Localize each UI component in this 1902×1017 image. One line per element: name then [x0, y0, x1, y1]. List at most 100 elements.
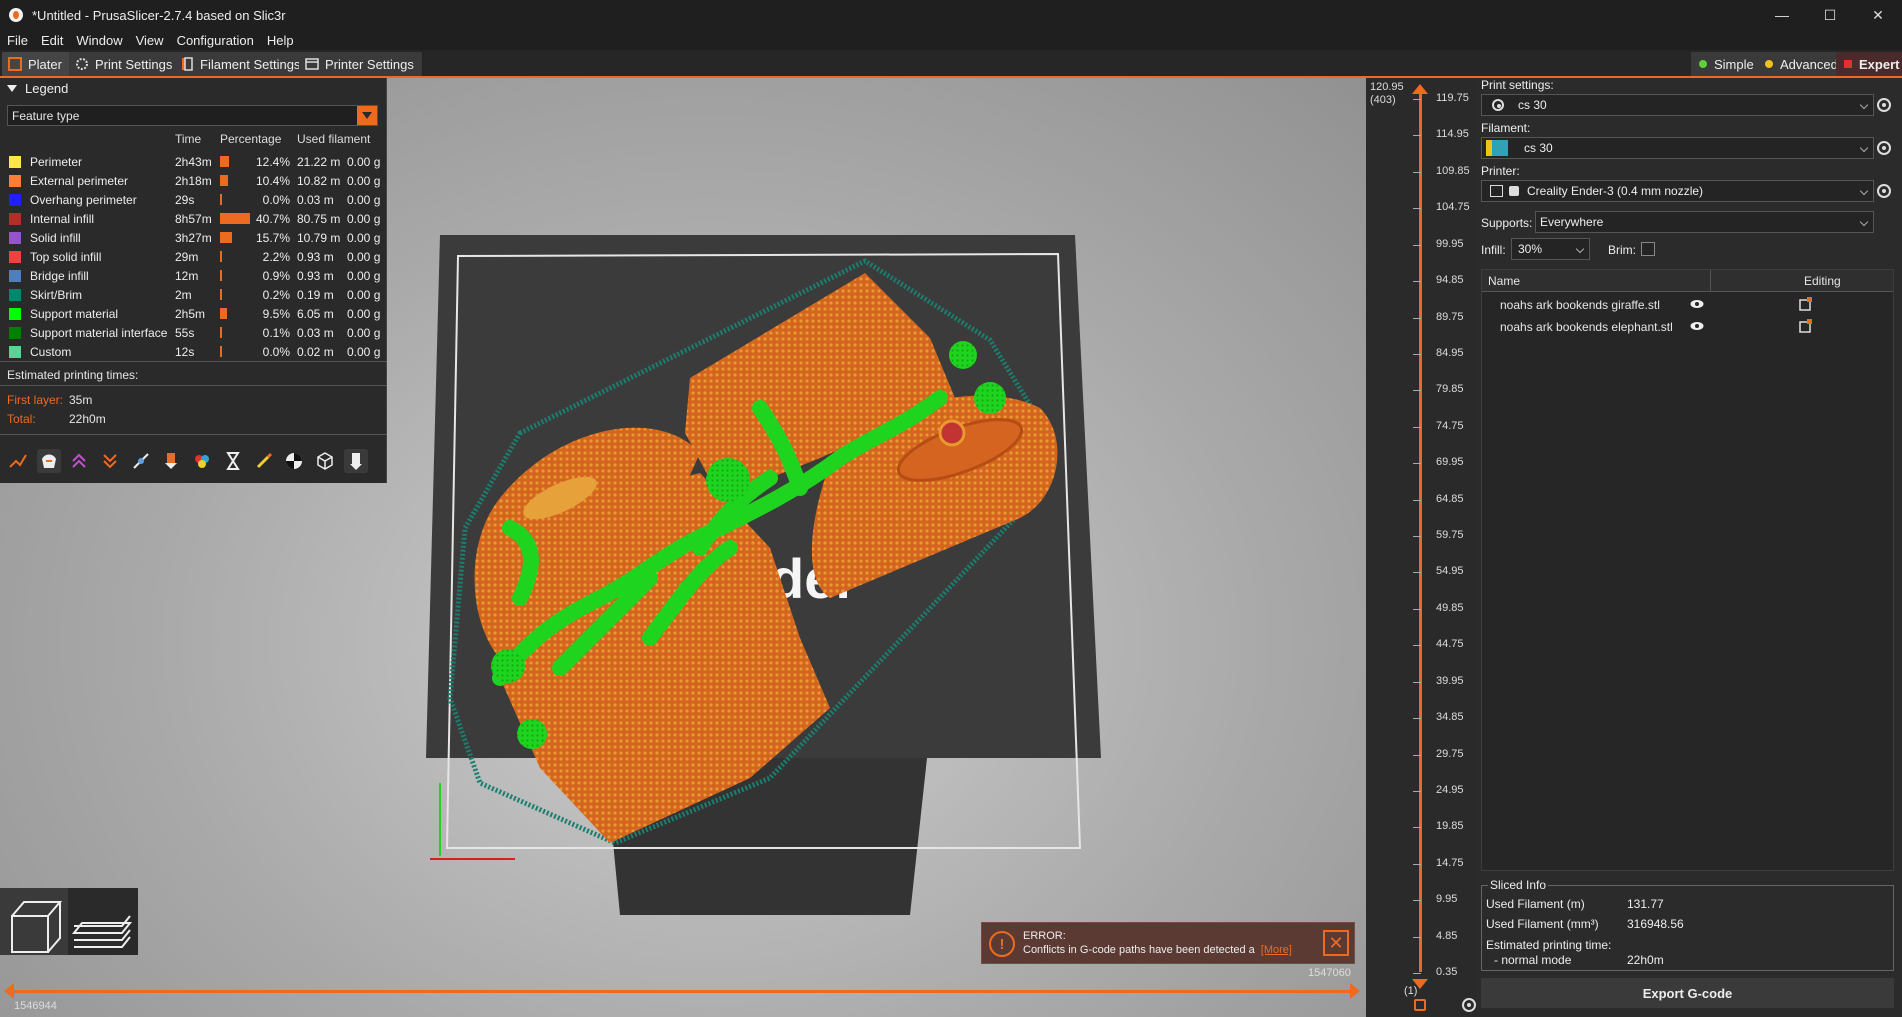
used-filament-m-label: Used Filament (m) — [1486, 897, 1585, 911]
tool-changes-icon[interactable] — [159, 449, 183, 473]
close-notification-icon[interactable]: ✕ — [1323, 930, 1349, 956]
print-settings-edit-icon[interactable] — [1877, 98, 1891, 112]
feature-color-swatch — [9, 270, 21, 282]
settings-gear-icon[interactable] — [1462, 998, 1476, 1012]
feature-name: External perimeter — [30, 174, 129, 188]
menu-help[interactable]: Help — [267, 33, 294, 48]
layer-tick-label: 14.75 — [1436, 856, 1464, 869]
title-bar: *Untitled - PrusaSlicer-2.7.4 based on S… — [0, 0, 1902, 30]
legend-row[interactable]: Solid infill 3h27m 15.7% 10.79 m 0.00 g — [0, 228, 387, 247]
legend-row[interactable]: Support material 2h5m 9.5% 6.05 m 0.00 g — [0, 304, 387, 323]
feature-percentage-bar — [220, 194, 222, 205]
wipe-icon[interactable] — [36, 449, 61, 473]
feature-weight: 0.00 g — [347, 326, 381, 340]
edit-object-icon[interactable] — [1799, 297, 1813, 311]
object-row[interactable]: noahs ark bookends elephant.stl — [1482, 317, 1893, 337]
layer-tick-mark — [1413, 863, 1421, 865]
deretractions-icon[interactable] — [98, 449, 122, 473]
feature-name: Custom — [30, 345, 72, 359]
legend-row[interactable]: Overhang perimeter 29s 0.0% 0.03 m 0.00 g — [0, 190, 387, 209]
minimize-button[interactable]: — — [1758, 0, 1806, 30]
tab-print-settings[interactable]: Print Settings — [69, 52, 182, 76]
upper-thumb-icon[interactable] — [1412, 84, 1428, 94]
layer-tick-mark — [1413, 171, 1421, 173]
used-filament-m-value: 131.77 — [1627, 897, 1664, 911]
error-message: Conflicts in G-code paths have been dete… — [1023, 944, 1255, 956]
custom-gcodes-icon[interactable] — [252, 449, 276, 473]
menu-view[interactable]: View — [136, 33, 164, 48]
tab-filament-settings[interactable]: Filament Settings — [174, 52, 310, 76]
legend-row[interactable]: Skirt/Brim 2m 0.2% 0.19 m 0.00 g — [0, 285, 387, 304]
legend-row[interactable]: Support material interface 55s 0.1% 0.03 m 0… — [0, 323, 387, 342]
supports-select[interactable]: Everywhere — [1535, 211, 1874, 233]
center-of-gravity-icon[interactable] — [282, 449, 306, 473]
infill-select[interactable]: 30% — [1511, 238, 1590, 260]
mode-expert-button[interactable]: Expert — [1836, 52, 1902, 76]
layer-tick-label: 44.75 — [1436, 638, 1464, 651]
shells-icon[interactable] — [313, 449, 337, 473]
layer-tick-mark — [1413, 281, 1421, 283]
mode-advanced-button[interactable]: Advanced — [1757, 52, 1846, 76]
print-settings-select[interactable]: cs 30 — [1481, 94, 1874, 116]
layer-tick-mark — [1413, 827, 1421, 829]
legend-panel: Legend Feature type Time Percentage Used… — [0, 78, 387, 483]
legend-row[interactable]: Perimeter 2h43m 12.4% 21.22 m 0.00 g — [0, 152, 387, 171]
brim-checkbox[interactable] — [1641, 242, 1655, 256]
tab-printer-settings[interactable]: Printer Settings — [299, 52, 423, 76]
filament-edit-icon[interactable] — [1877, 141, 1891, 155]
lock-icon[interactable] — [1414, 999, 1426, 1011]
travel-icon[interactable] — [6, 449, 30, 473]
layer-tick-mark — [1413, 390, 1421, 392]
seams-icon[interactable] — [129, 449, 153, 473]
legend-row[interactable]: Custom 12s 0.0% 0.02 m 0.00 g — [0, 342, 387, 361]
layer-slider-track[interactable] — [1419, 92, 1422, 972]
layer-tick-label: 114.95 — [1436, 128, 1469, 141]
menu-edit[interactable]: Edit — [41, 33, 63, 48]
layer-tick-mark — [1413, 718, 1421, 720]
maximize-button[interactable]: ☐ — [1806, 0, 1854, 30]
tool-marker-icon[interactable] — [343, 449, 368, 473]
pause-prints-icon[interactable] — [221, 449, 245, 473]
gcode-move-slider: 1547060 1546944 — [0, 963, 1366, 1017]
legend-row[interactable]: External perimeter 2h18m 10.4% 10.82 m 0.00 … — [0, 171, 387, 190]
edit-object-icon[interactable] — [1799, 319, 1813, 333]
eye-icon[interactable] — [1690, 299, 1704, 309]
color-changes-icon[interactable] — [190, 449, 214, 473]
mode-simple-button[interactable]: Simple — [1691, 52, 1762, 76]
column-divider — [1710, 270, 1711, 292]
printer-edit-icon[interactable] — [1877, 184, 1891, 198]
legend-row[interactable]: Internal infill 8h57m 40.7% 80.75 m 0.00 g — [0, 209, 387, 228]
left-thumb-icon[interactable] — [4, 983, 14, 999]
tab-plater[interactable]: Plater — [2, 52, 71, 76]
col-editing-header[interactable]: Editing — [1804, 274, 1841, 288]
printer-select[interactable]: Creality Ender-3 (0.4 mm nozzle) — [1481, 180, 1874, 202]
feature-length: 6.05 m — [297, 307, 334, 321]
chevron-down-icon — [1859, 217, 1869, 227]
view-cube-3d-bg — [0, 888, 68, 955]
menu-configuration[interactable]: Configuration — [177, 33, 254, 48]
layer-tick-label: 69.95 — [1436, 456, 1464, 469]
feature-time: 2m — [175, 288, 192, 302]
menu-window[interactable]: Window — [76, 33, 122, 48]
filament-select[interactable]: cs 30 — [1481, 137, 1874, 159]
error-more-link[interactable]: [More] — [1261, 944, 1292, 956]
menu-file[interactable]: File — [7, 33, 28, 48]
layer-tick-mark — [1413, 645, 1421, 647]
move-slider-track[interactable] — [8, 990, 1356, 993]
legend-row[interactable]: Bridge infill 12m 0.9% 0.93 m 0.00 g — [0, 266, 387, 285]
col-name-header[interactable]: Name — [1488, 274, 1520, 288]
legend-row[interactable]: Top solid infill 29m 2.2% 0.93 m 0.00 g — [0, 247, 387, 266]
layer-tick-mark — [1413, 754, 1421, 756]
object-row[interactable]: noahs ark bookends giraffe.stl — [1482, 295, 1893, 315]
right-thumb-icon[interactable] — [1350, 983, 1360, 999]
object-name: noahs ark bookends giraffe.stl — [1500, 298, 1660, 312]
feature-weight: 0.00 g — [347, 345, 381, 359]
export-gcode-button[interactable]: Export G-code — [1481, 978, 1894, 1008]
legend-header[interactable]: Legend — [0, 78, 386, 98]
eye-icon[interactable] — [1690, 321, 1704, 331]
retractions-icon[interactable] — [67, 449, 91, 473]
feature-color-swatch — [9, 327, 21, 339]
close-button[interactable]: ✕ — [1854, 0, 1902, 30]
feature-name: Support material — [30, 307, 119, 321]
view-type-select[interactable]: Feature type — [7, 105, 378, 126]
